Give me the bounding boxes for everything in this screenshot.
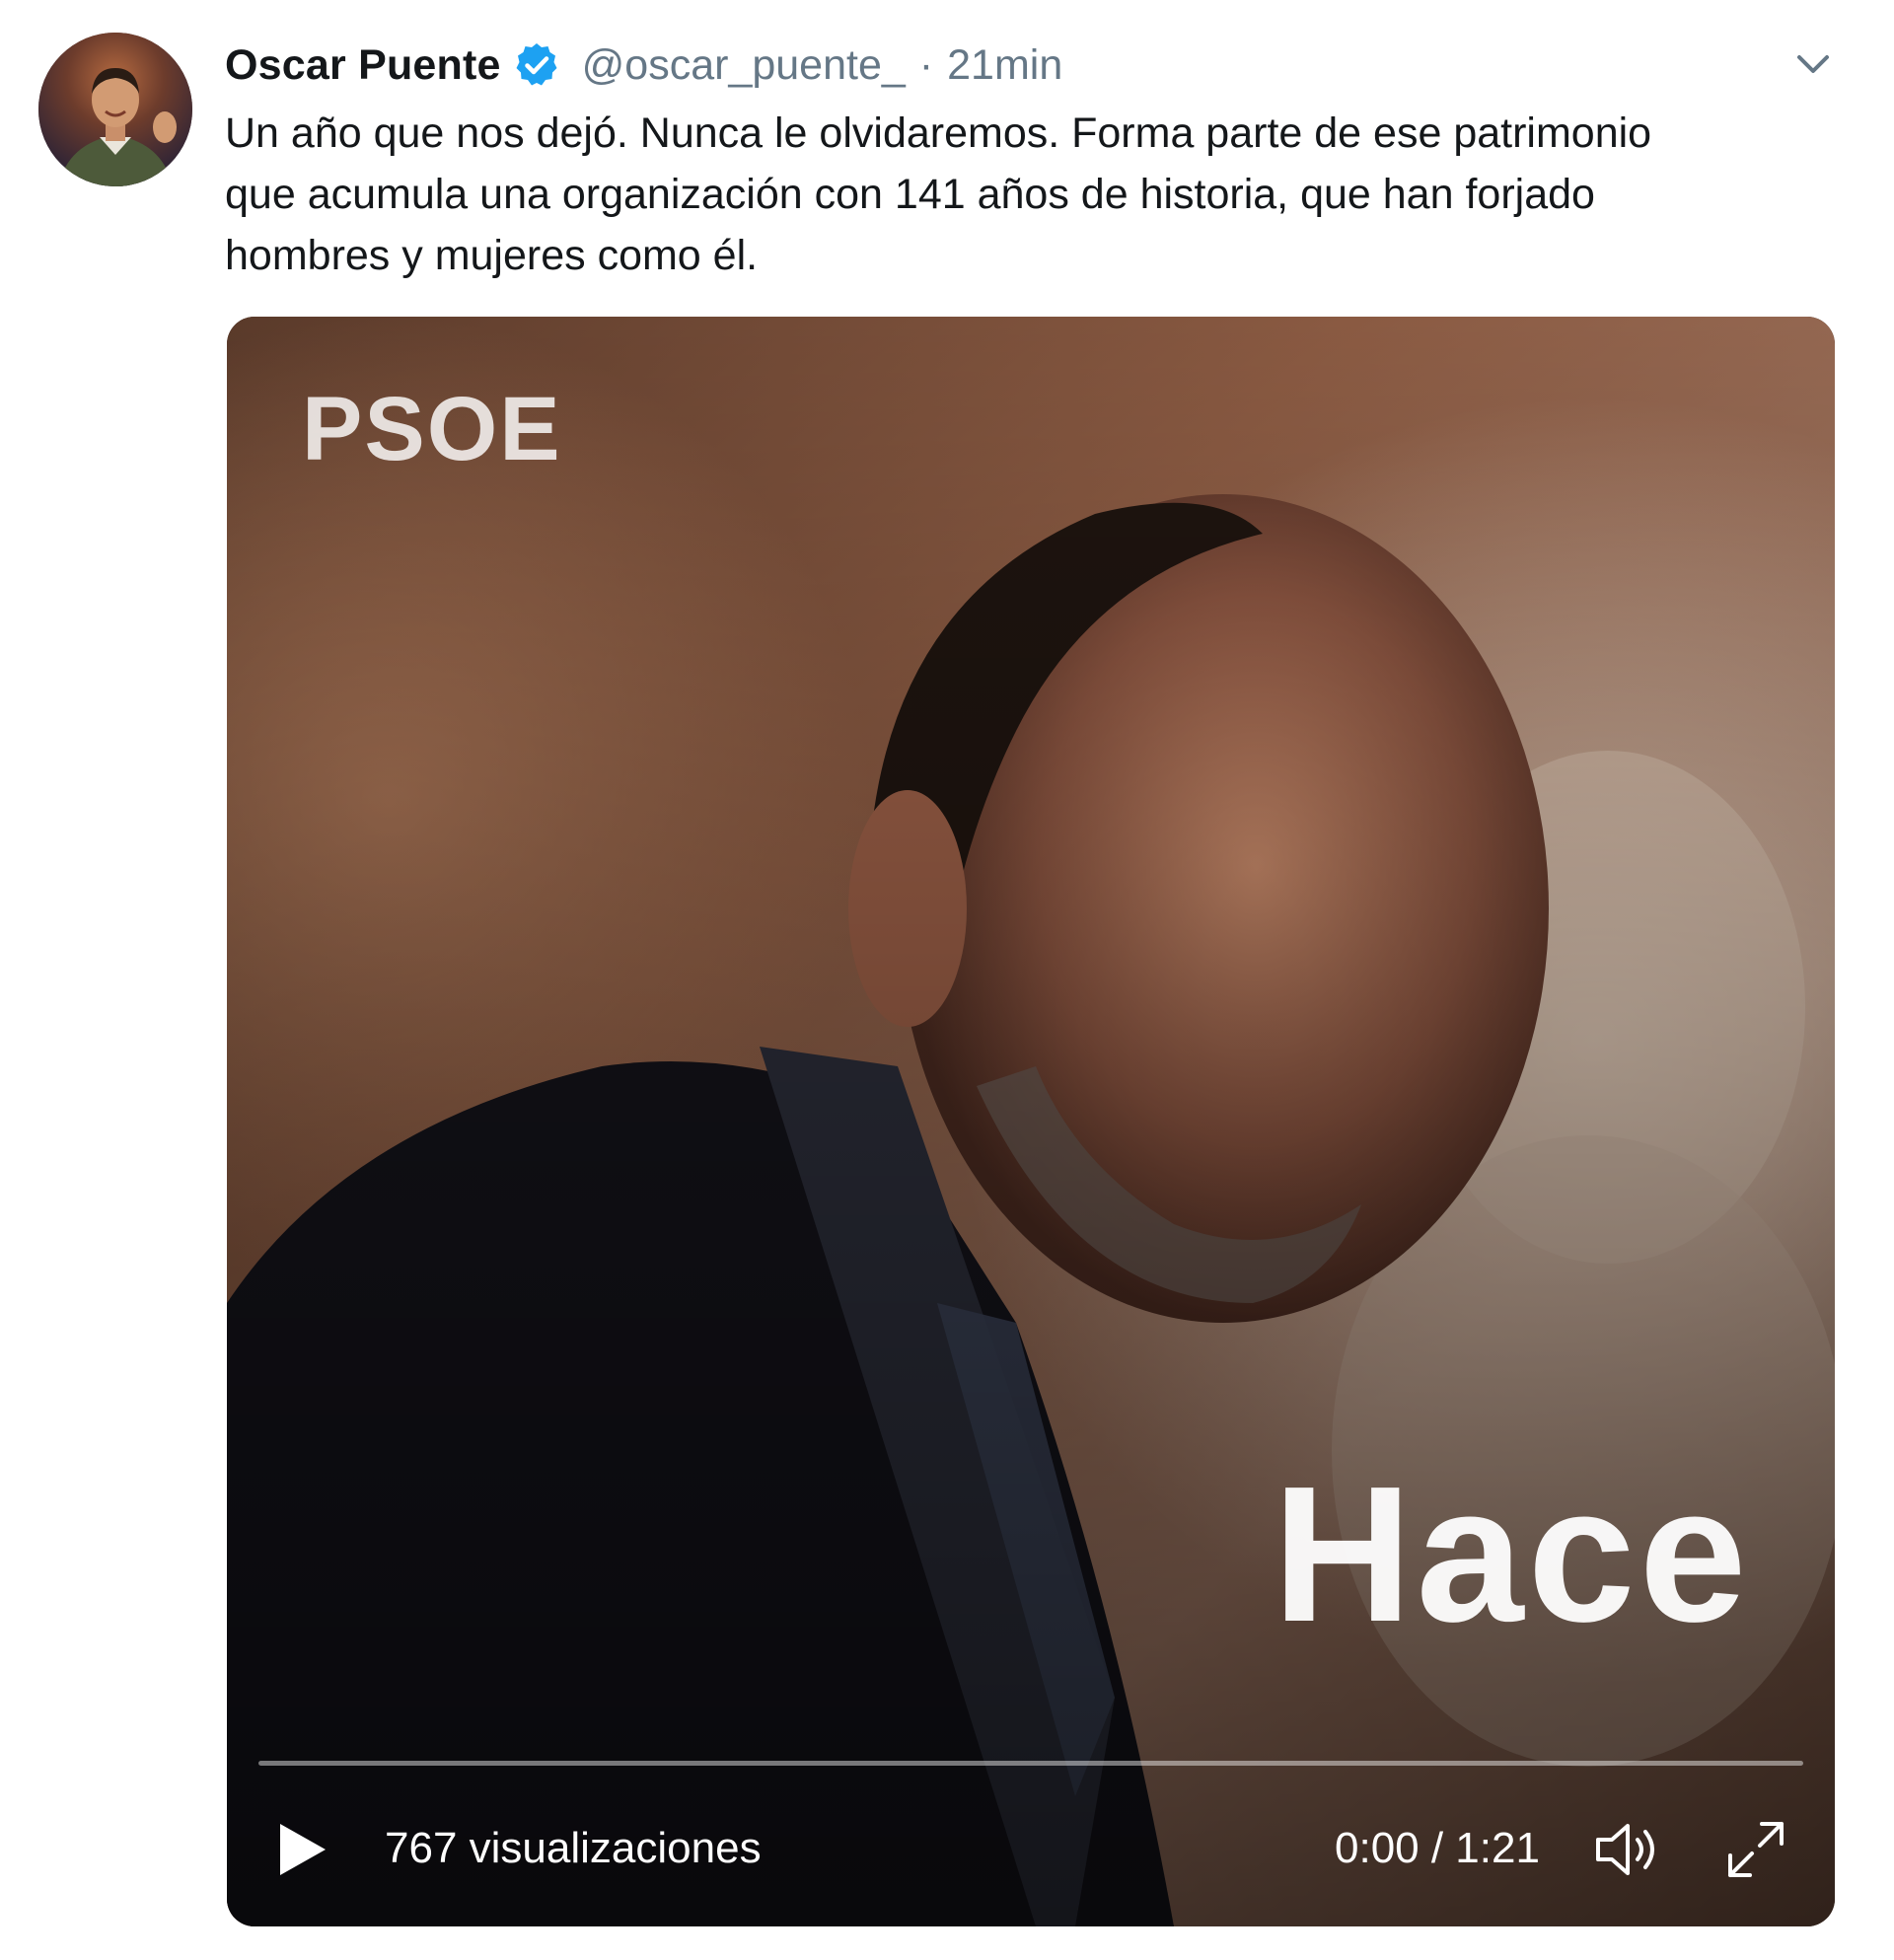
tweet-timestamp[interactable]: 21min [947, 41, 1062, 90]
video-watermark: PSOE [302, 379, 562, 479]
chevron-down-icon[interactable] [1793, 47, 1833, 83]
tweet-text: Un año que nos dejó. Nunca le olvidaremo… [225, 103, 1843, 286]
video-timecode: 0:00 / 1:21 [1335, 1824, 1540, 1872]
expand-icon[interactable] [1724, 1818, 1787, 1881]
tweet-header: Oscar Puente @oscar_puente_ · 21min [225, 36, 1062, 95]
tweet-text-line: Un año que nos dejó. Nunca le olvidaremo… [225, 109, 1652, 157]
video-player[interactable]: PSOE Hace 767 visualizaciones 0:00 / 1:2… [227, 317, 1835, 1926]
separator-dot: · [918, 40, 934, 89]
volume-icon[interactable] [1592, 1820, 1667, 1879]
tweet-text-line: que acumula una organización con 141 año… [225, 171, 1595, 218]
video-frame [227, 317, 1835, 1926]
video-caption-overlay: Hace [1273, 1446, 1751, 1662]
avatar[interactable] [38, 33, 192, 186]
play-icon[interactable] [274, 1820, 329, 1879]
view-count: 767 visualizaciones [385, 1824, 762, 1872]
video-controls: 767 visualizaciones 0:00 / 1:21 [227, 1796, 1835, 1895]
verified-badge-icon [513, 41, 560, 89]
display-name[interactable]: Oscar Puente [225, 41, 501, 90]
video-progress-bar[interactable] [258, 1761, 1803, 1766]
user-handle[interactable]: @oscar_puente_ [582, 41, 906, 90]
user-avatar-image [38, 33, 192, 186]
tweet-card: Oscar Puente @oscar_puente_ · 21min Un a… [0, 0, 1894, 1960]
tweet-text-line: hombres y mujeres como él. [225, 232, 759, 279]
